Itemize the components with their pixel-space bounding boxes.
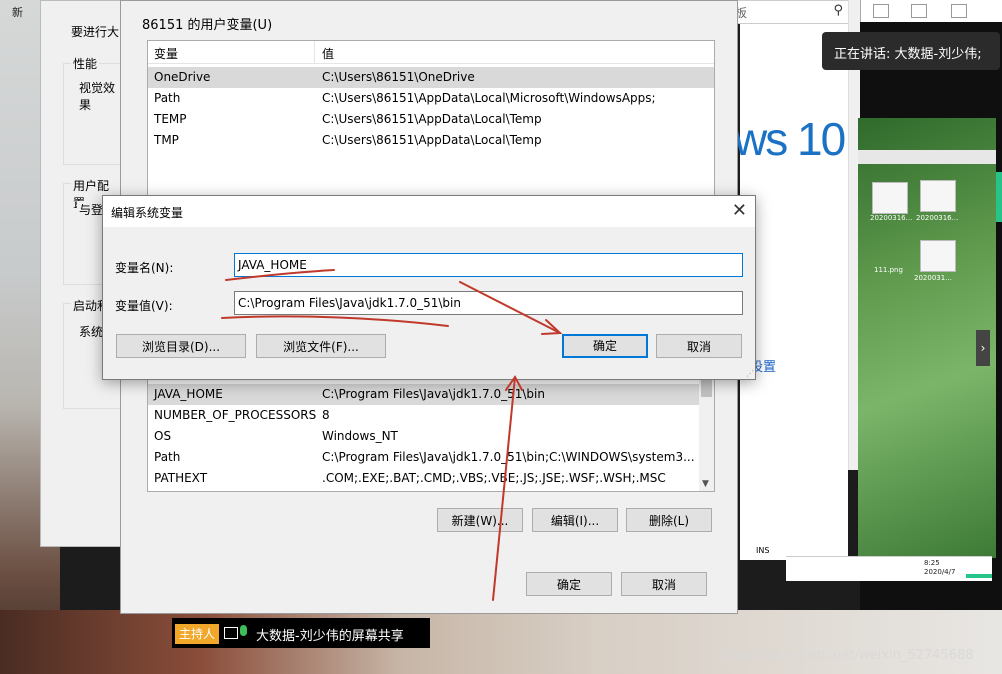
var-value: C:\Users\86151\OneDrive <box>322 70 475 84</box>
performance-text: 视觉效果 <box>77 79 121 113</box>
remote-window-strip <box>860 0 1002 22</box>
remote-file-caption: 20200316... <box>916 214 959 222</box>
remote-file-caption: 2020031... <box>914 274 952 282</box>
variable-name-input[interactable]: JAVA_HOME <box>234 253 743 277</box>
desktop-icon-label: 新 <box>12 6 23 19</box>
user-vars-group-label: 86151 的用户变量(U) <box>142 18 273 33</box>
chevron-right-icon[interactable]: › <box>976 330 990 366</box>
var-value: Windows_NT <box>322 429 398 443</box>
system-var-row[interactable]: NUMBER_OF_PROCESSORS 8 <box>148 405 714 426</box>
watermark: https://blog.csdn.net/weixin_52745688 <box>720 648 974 663</box>
remote-file-icon <box>920 240 956 272</box>
var-value: C:\Users\86151\AppData\Local\Temp <box>322 133 542 147</box>
system-vars-list[interactable]: JAVA_HOME C:\Program Files\Java\jdk1.7.0… <box>147 374 715 492</box>
edit-system-var-button[interactable]: 编辑(I)... <box>532 508 618 532</box>
system-var-row[interactable]: JAVA_HOME C:\Program Files\Java\jdk1.7.0… <box>148 384 699 405</box>
var-value: 8 <box>322 408 330 422</box>
system-var-row[interactable]: PATHEXT .COM;.EXE;.BAT;.CMD;.VBS;.VBE;.J… <box>148 468 714 489</box>
env-ok-button[interactable]: 确定 <box>526 572 612 596</box>
edit-cancel-button[interactable]: 取消 <box>656 334 742 358</box>
var-name: Path <box>154 450 181 464</box>
remote-taskbar: 8:25 2020/4/7 <box>786 556 992 581</box>
background-explorer-window: ws 10 设置 INS <box>734 0 848 560</box>
var-value: .COM;.EXE;.BAT;.CMD;.VBS;.VBE;.JS;.JSE;.… <box>322 471 666 485</box>
column-header-variable[interactable]: 变量 <box>154 45 178 62</box>
user-var-row[interactable]: TEMP C:\Users\86151\AppData\Local\Temp <box>148 109 714 130</box>
dialog-title: 编辑系统变量 <box>111 206 184 220</box>
background-search-box[interactable]: 板 ⚲ <box>730 0 850 24</box>
maximize-icon[interactable] <box>911 4 927 18</box>
remote-file-icon <box>872 182 908 214</box>
microphone-icon[interactable] <box>240 625 247 636</box>
screen-share-icon <box>224 627 238 639</box>
column-header-value[interactable]: 值 <box>322 45 334 62</box>
var-value: C:\Program Files\Java\jdk1.7.0_51\bin;C:… <box>322 450 695 464</box>
remote-explorer-toolbar <box>858 150 996 164</box>
dialog-title-bar[interactable]: 编辑系统变量 ✕ <box>103 196 755 227</box>
ins-indicator: INS <box>756 546 770 555</box>
user-var-row[interactable]: OneDrive C:\Users\86151\OneDrive <box>148 67 714 88</box>
system-var-row[interactable]: OS Windows_NT <box>148 426 714 447</box>
windows-10-logo-text: ws 10 <box>734 113 846 165</box>
env-cancel-button[interactable]: 取消 <box>621 572 707 596</box>
remote-clock: 8:25 2020/4/7 <box>924 559 955 577</box>
green-frame-marker <box>966 574 992 578</box>
remote-file-caption: 111.png <box>874 266 903 274</box>
var-value: C:\Program Files\Java\jdk1.7.0_51\bin <box>322 387 545 401</box>
desktop-wallpaper-bottom <box>0 610 1002 674</box>
profile-text: 与登 <box>77 201 106 218</box>
meeting-share-bar: 主持人 大数据-刘少伟的屏幕共享 <box>172 618 430 648</box>
variable-value-input[interactable]: C:\Program Files\Java\jdk1.7.0_51\bin <box>234 291 743 315</box>
remote-file-caption: 20200316... <box>870 214 913 222</box>
var-value: C:\Users\86151\AppData\Local\Temp <box>322 112 542 126</box>
remote-file-icon <box>920 180 956 212</box>
search-icon[interactable]: ⚲ <box>833 3 843 18</box>
resize-grip-icon[interactable]: ⋰ <box>746 369 754 378</box>
startup-text: 系统 <box>77 323 106 340</box>
new-system-var-button[interactable]: 新建(W)... <box>437 508 523 532</box>
browse-file-button[interactable]: 浏览文件(F)... <box>256 334 386 358</box>
speaking-indicator: 正在讲话: 大数据-刘少伟; <box>822 32 1000 70</box>
variable-value-label: 变量值(V): <box>115 299 173 313</box>
user-vars-list[interactable]: 变量 值 OneDrive C:\Users\86151\OneDrive Pa… <box>147 40 715 197</box>
variable-name-label: 变量名(N): <box>115 261 174 275</box>
performance-label: 性能 <box>71 55 100 72</box>
var-name: Path <box>154 91 181 105</box>
delete-system-var-button[interactable]: 删除(L) <box>626 508 712 532</box>
host-badge: 主持人 <box>175 624 219 644</box>
edit-ok-button[interactable]: 确定 <box>562 334 648 358</box>
edit-system-variable-dialog: 编辑系统变量 ✕ 变量名(N): JAVA_HOME 变量值(V): C:\Pr… <box>102 195 756 380</box>
var-name: OneDrive <box>154 70 211 84</box>
green-frame-marker <box>996 172 1002 222</box>
var-name: NUMBER_OF_PROCESSORS <box>154 408 317 422</box>
var-name: TEMP <box>154 112 187 126</box>
var-name: JAVA_HOME <box>154 387 223 401</box>
speaking-text: 正在讲话: 大数据-刘少伟; <box>834 47 982 62</box>
sysprop-intro: 要进行大 <box>69 23 121 40</box>
remote-date: 2020/4/7 <box>924 568 956 576</box>
restore-icon[interactable] <box>951 4 967 18</box>
user-var-row[interactable]: Path C:\Users\86151\AppData\Local\Micros… <box>148 88 714 109</box>
var-name: TMP <box>154 133 179 147</box>
system-var-row[interactable]: Path C:\Program Files\Java\jdk1.7.0_51\b… <box>148 447 714 468</box>
user-var-row[interactable]: TMP C:\Users\86151\AppData\Local\Temp <box>148 130 714 151</box>
var-value: C:\Users\86151\AppData\Local\Microsoft\W… <box>322 91 656 105</box>
close-icon[interactable]: ✕ <box>732 200 747 221</box>
list-header: 变量 值 <box>148 41 714 64</box>
system-vars-scrollbar[interactable]: ▼ <box>699 375 714 491</box>
scrollbar-thumb[interactable] <box>701 379 712 397</box>
var-name: PATHEXT <box>154 471 208 485</box>
scroll-down-icon[interactable]: ▼ <box>702 479 709 489</box>
var-name: OS <box>154 429 172 443</box>
browse-directory-button[interactable]: 浏览目录(D)... <box>116 334 246 358</box>
minimize-icon[interactable] <box>873 4 889 18</box>
screen-share-title: 大数据-刘少伟的屏幕共享 <box>256 629 404 644</box>
remote-time: 8:25 <box>924 559 940 567</box>
